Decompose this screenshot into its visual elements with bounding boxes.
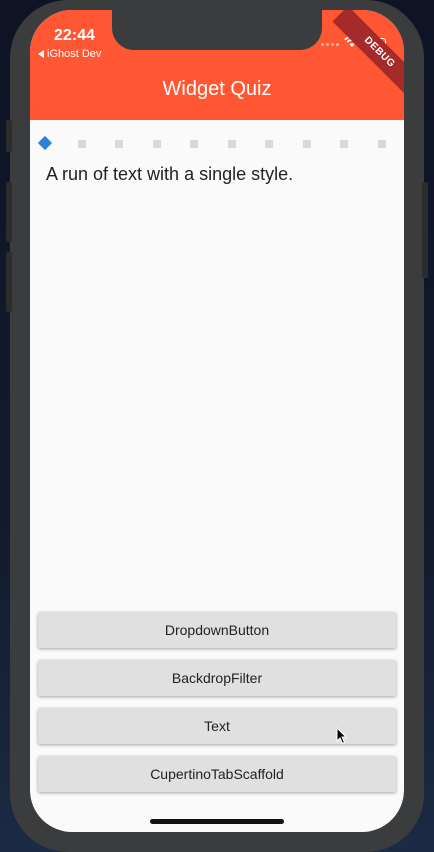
progress-dot	[377, 140, 386, 148]
mouse-cursor-icon	[336, 727, 348, 745]
answer-button-4[interactable]: CupertinoTabScaffold	[38, 756, 396, 792]
progress-dot	[115, 140, 123, 148]
question-progress	[37, 135, 390, 151]
answer-label: CupertinoTabScaffold	[150, 766, 284, 782]
progress-dot	[302, 140, 311, 148]
volume-up-button	[6, 182, 12, 242]
progress-dot	[265, 140, 273, 148]
app-bar: 22:44 iGhost Dev DEBUG Widget Quiz	[30, 10, 404, 120]
home-indicator	[150, 819, 284, 824]
back-arrow-icon	[38, 50, 44, 58]
page-title: Widget Quiz	[162, 78, 272, 100]
answer-button-2[interactable]: BackdropFilter	[38, 660, 396, 696]
back-to-app-link[interactable]: iGhost Dev	[38, 48, 101, 60]
volume-down-button	[6, 252, 12, 312]
answer-label: BackdropFilter	[171, 670, 263, 686]
answer-label: Text	[204, 718, 230, 734]
answer-button-1[interactable]: DropdownButton	[38, 612, 396, 648]
progress-dot	[77, 140, 86, 148]
mute-switch	[6, 120, 12, 152]
progress-dot	[152, 140, 161, 148]
progress-dot	[190, 140, 198, 148]
app-screen: 22:44 iGhost Dev DEBUG Widget Quiz A run…	[30, 10, 404, 832]
status-time: 22:44	[54, 27, 95, 44]
question-text: A run of text with a single style.	[46, 164, 294, 184]
notch	[112, 10, 322, 50]
progress-dot	[227, 140, 236, 148]
back-app-label: iGhost Dev	[47, 48, 102, 60]
progress-dot	[340, 140, 348, 148]
signal-icon	[321, 43, 339, 46]
power-button	[422, 182, 428, 278]
progress-dot-current	[37, 135, 53, 151]
answer-label: DropdownButton	[164, 622, 270, 638]
